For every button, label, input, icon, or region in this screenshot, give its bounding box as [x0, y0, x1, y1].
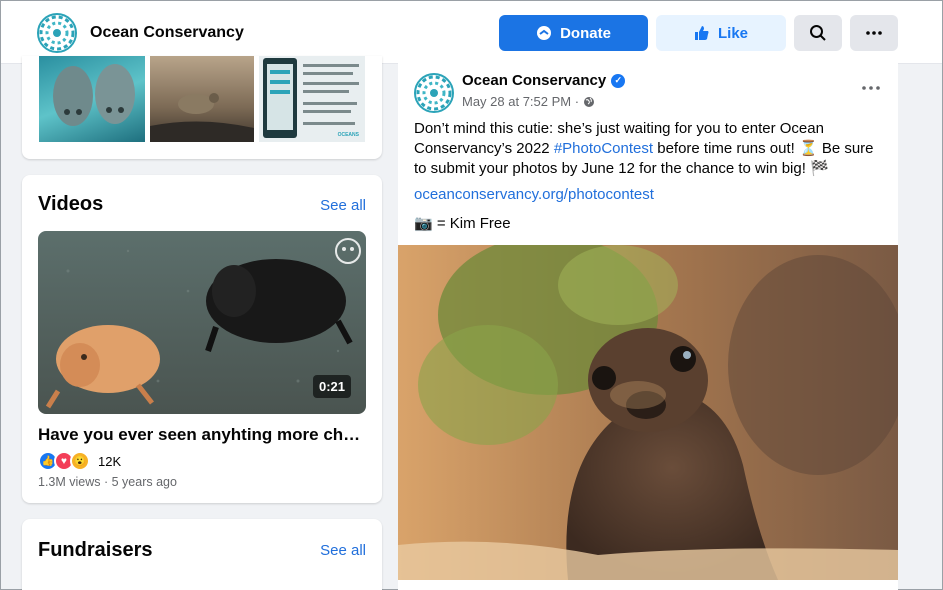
post-timestamp[interactable]: May 28 at 7:52 PM · — [462, 94, 595, 109]
fundraisers-heading: Fundraisers — [38, 539, 153, 561]
more-options-button[interactable] — [850, 15, 898, 51]
post-card: Ocean Conservancy ✓ May 28 at 7:52 PM · … — [398, 63, 898, 590]
donate-button[interactable]: Donate — [499, 15, 648, 51]
post-options-button[interactable] — [862, 77, 880, 95]
infographic-footer: OCEANS — [337, 132, 359, 138]
post-author-label: Ocean Conservancy — [462, 72, 607, 89]
videos-heading: Videos — [38, 193, 104, 215]
like-button[interactable]: Like — [656, 15, 786, 51]
post-photo[interactable] — [398, 245, 898, 580]
photo-thumbnail-manatees[interactable] — [39, 56, 145, 142]
donate-icon — [537, 26, 552, 40]
fundraisers-card: Fundraisers See all — [22, 519, 382, 590]
reaction-summary[interactable]: 👍 ♥ 😮 12K — [38, 451, 121, 471]
more-icon — [862, 86, 880, 90]
thumbs-up-icon — [694, 26, 709, 40]
fundraisers-see-all-link[interactable]: See all — [320, 542, 366, 559]
videos-see-all-link[interactable]: See all — [320, 197, 366, 214]
hashtag-link[interactable]: #PhotoContest — [554, 140, 653, 157]
more-icon — [866, 31, 882, 35]
post-date-label: May 28 at 7:52 PM · — [462, 94, 580, 109]
globe-icon — [584, 96, 595, 107]
video-thumbnail[interactable]: 0:21 — [38, 231, 366, 414]
photo-thumbnail-infographic[interactable]: OCEANS — [259, 56, 365, 142]
like-label: Like — [717, 24, 748, 42]
page-header: Ocean Conservancy Donate Like — [1, 1, 942, 64]
reaction-count: 12K — [98, 453, 122, 469]
photo-credit: 📷 = Kim Free — [414, 215, 511, 232]
ocean-conservancy-logo[interactable] — [37, 13, 77, 53]
post-author-avatar[interactable] — [414, 73, 454, 113]
videos-card: Videos See all 0:21 Have you ever seen a… — [22, 175, 382, 503]
post-message: Don’t mind this cutie: she’s just waitin… — [414, 119, 884, 179]
video-title[interactable]: Have you ever seen anyhting more char… — [38, 425, 366, 445]
verified-badge-icon: ✓ — [611, 73, 626, 88]
photo-thumbnail-turtle[interactable] — [150, 56, 254, 142]
wow-reaction-icon: 😮 — [70, 451, 90, 471]
search-icon — [810, 25, 826, 41]
video-meta: 1.3M views · 5 years ago — [38, 475, 177, 489]
post-url-link[interactable]: oceanconservancy.org/photocontest — [414, 186, 654, 203]
donate-label: Donate — [560, 24, 611, 42]
video-duration: 0:21 — [312, 375, 351, 398]
page-title[interactable]: Ocean Conservancy — [90, 24, 244, 42]
photos-card: OCEANS — [22, 56, 382, 159]
post-author-name[interactable]: Ocean Conservancy ✓ — [462, 72, 626, 89]
search-button[interactable] — [794, 15, 842, 51]
